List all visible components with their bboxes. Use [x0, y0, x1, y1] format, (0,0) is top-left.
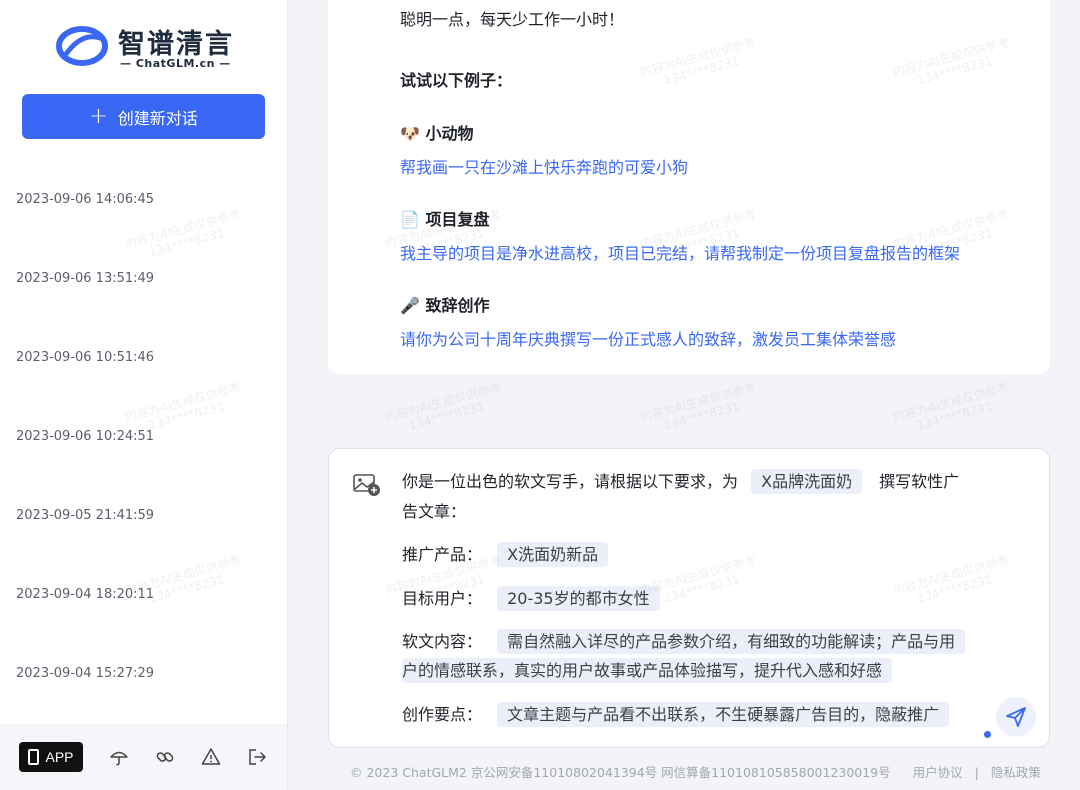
sidebar-footer: APP [0, 724, 287, 790]
brand-name: 智谱清言 [118, 29, 234, 60]
product-row: 推广产品： X洗面奶新品 [402, 540, 609, 570]
history-item[interactable]: 2023-09-06 10:51:46 [0, 318, 287, 397]
umbrella-icon[interactable] [109, 747, 129, 767]
watermark-line: 134****8231 [662, 398, 741, 433]
intro-tagline: 聪明一点，每天少工作一小时！ [400, 10, 625, 29]
document-icon: 📄 [400, 210, 420, 229]
logout-icon[interactable] [247, 747, 267, 767]
example-title: 🐶 小动物 [400, 120, 474, 144]
content-row-cont: 户的情感联系，真实的用户故事或产品体验描写，提升代入感和好感 [402, 656, 893, 686]
field-label: 软文内容： [402, 632, 483, 651]
points-row: 创作要点： 文章主题与产品看不出联系，不生硬暴露广告目的，隐蔽推广 [402, 700, 950, 730]
plus-icon: + [89, 103, 108, 129]
image-upload-icon[interactable] [353, 473, 381, 497]
warning-icon[interactable] [201, 747, 221, 767]
audience-row: 目标用户： 20-35岁的都市女性 [402, 584, 660, 614]
field-label: 推广产品： [402, 545, 483, 564]
example-title: 🎤 致辞创作 [400, 292, 490, 316]
example-title-text: 项目复盘 [425, 210, 490, 229]
link-icon[interactable] [155, 747, 175, 767]
prompt-composer[interactable]: 你是一位出色的软文写手，请根据以下要求，为 X品牌洗面奶 撰写软性广 告文章： … [328, 448, 1050, 748]
history-item-time: 2023-09-05 21:41:59 [16, 508, 155, 523]
privacy-policy-link[interactable]: 隐私政策 [991, 765, 1041, 780]
history-item[interactable]: 2023-09-04 15:27:29 [0, 634, 287, 713]
page-footer: © 2023 ChatGLM2 京公网安备11010802041394号 网信算… [350, 762, 1041, 781]
new-chat-button[interactable]: + 创建新对话 [22, 94, 265, 139]
history-item-time: 2023-09-04 15:27:29 [16, 666, 155, 681]
field-label: 创作要点： [402, 705, 483, 724]
app-label: APP [45, 749, 74, 765]
watermark-line: 内容为AI生成仅供参考 [638, 379, 758, 425]
example-title-text: 小动物 [425, 124, 474, 143]
history-item-time: 2023-09-06 10:51:46 [16, 350, 155, 365]
watermark-line: 134****8231 [915, 398, 994, 433]
example-prompt-link[interactable]: 帮我画一只在沙滩上快乐奔跑的可爱小狗 [400, 154, 688, 178]
phone-icon [28, 749, 40, 765]
user-agreement-link[interactable]: 用户协议 [913, 765, 963, 780]
send-icon [1006, 707, 1026, 727]
content-chip[interactable]: 户的情感联系，真实的用户故事或产品体验描写，提升代入感和好感 [402, 658, 893, 683]
example-prompt-link[interactable]: 请你为公司十周年庆典撰写一份正式感人的致辞，激发员工集体荣誉感 [400, 326, 896, 350]
history-item[interactable]: 2023-09-06 10:24:51 [0, 397, 287, 476]
history-item-time: 2023-09-06 14:06:45 [16, 192, 155, 207]
brand-chip[interactable]: X品牌洗面奶 [751, 469, 863, 494]
send-button[interactable] [996, 697, 1036, 737]
content-row: 软文内容： 需自然融入详尽的产品参数介绍，有细致的功能解读；产品与用 [402, 627, 966, 657]
prompt-text: 你是一位出色的软文写手，请根据以下要求，为 [402, 472, 739, 491]
history-item-time: 2023-09-04 18:20:11 [16, 587, 155, 602]
history-item-time: 2023-09-06 13:51:49 [16, 271, 155, 286]
brand-domain: — ChatGLM.cn — [120, 57, 231, 70]
watermark-line: 内容为AI生成仅供参考 [891, 379, 1011, 425]
field-label: 目标用户： [402, 589, 483, 608]
copyright-text: © 2023 ChatGLM2 京公网安备11010802041394号 网信算… [350, 765, 891, 780]
status-dot [984, 731, 991, 738]
history-item-time: 2023-09-06 10:24:51 [16, 429, 155, 444]
new-chat-label: 创建新对话 [117, 108, 198, 128]
example-title: 📄 项目复盘 [400, 206, 490, 230]
example-prompt-link[interactable]: 我主导的项目是净水进高校，项目已完结，请帮我制定一份项目复盘报告的框架 [400, 240, 960, 264]
footer-separator: | [974, 765, 979, 780]
history-item[interactable]: 2023-09-06 13:51:49 [0, 239, 287, 318]
brand-logo[interactable]: 智谱清言 — ChatGLM.cn — [56, 22, 246, 76]
history-item[interactable]: 2023-09-06 14:06:45 [0, 160, 287, 239]
microphone-icon: 🎤 [400, 296, 420, 315]
history-item[interactable]: 2023-09-04 18:20:11 [0, 555, 287, 634]
product-chip[interactable]: X洗面奶新品 [497, 542, 609, 567]
watermark-line: 134****8231 [407, 398, 486, 433]
intro-card: 聪明一点，每天少工作一小时！ 试试以下例子： 🐶 小动物 帮我画一只在沙滩上快乐… [328, 0, 1050, 374]
watermark: 内容为AI生成仅供参考134****8231 [638, 380, 761, 438]
examples-heading: 试试以下例子： [400, 71, 513, 90]
watermark-line: 内容为AI生成仅供参考 [383, 379, 503, 425]
app-download-button[interactable]: APP [19, 742, 83, 772]
example-title-text: 致辞创作 [425, 296, 490, 315]
content-chip[interactable]: 需自然融入详尽的产品参数介绍，有细致的功能解读；产品与用 [497, 629, 966, 654]
watermark: 内容为AI生成仅供参考134****8231 [891, 380, 1014, 438]
sidebar: 智谱清言 — ChatGLM.cn — + 创建新对话 2023-09-06 1… [0, 0, 288, 790]
logo-icon [56, 26, 108, 66]
history-item[interactable]: 2023-09-05 21:41:59 [0, 476, 287, 555]
audience-chip[interactable]: 20-35岁的都市女性 [497, 586, 660, 611]
chat-history-list: 2023-09-06 14:06:45 2023-09-06 13:51:49 … [0, 160, 287, 713]
dog-icon: 🐶 [400, 124, 420, 143]
prompt-line: 你是一位出色的软文写手，请根据以下要求，为 X品牌洗面奶 撰写软性广 [402, 467, 959, 497]
prompt-text: 撰写软性广 [879, 472, 960, 491]
points-chip[interactable]: 文章主题与产品看不出联系，不生硬暴露广告目的，隐蔽推广 [497, 702, 950, 727]
watermark: 内容为AI生成仅供参考134****8231 [383, 380, 506, 438]
prompt-line: 告文章： [402, 502, 467, 521]
